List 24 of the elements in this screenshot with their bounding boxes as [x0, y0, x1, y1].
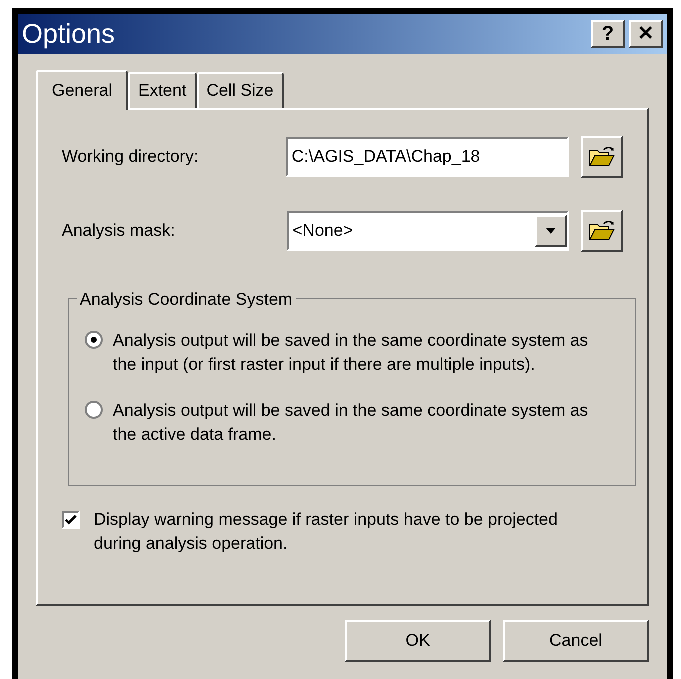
caret-icon	[546, 228, 556, 234]
tab[interactable]: General	[36, 70, 128, 110]
radio-button[interactable]	[85, 401, 103, 419]
field-label: Working directory:	[62, 146, 200, 168]
folder-icon	[589, 146, 616, 168]
dropdown-arrow-button[interactable]	[535, 215, 568, 247]
radio-button[interactable]	[85, 331, 103, 349]
folder-icon	[589, 220, 616, 242]
browse-button[interactable]	[581, 136, 623, 178]
radio-label: Analysis output will be saved in the same coordinate system as the active data frame.	[113, 400, 590, 446]
ok-button[interactable]: OK	[345, 620, 491, 662]
checkbox[interactable]	[62, 511, 80, 529]
checkbox-label: Display warning message if raster inputs have to be projected during analysis operation.	[94, 509, 559, 555]
field-label: Analysis mask:	[62, 220, 176, 242]
dropdown-field[interactable]: <None>	[286, 211, 570, 251]
tab[interactable]: Cell Size	[196, 72, 284, 108]
radio-label: Analysis output will be saved in the same coordinate system as the input (or first raster input if there are multiple inputs).	[113, 330, 590, 376]
help-button[interactable]: ?	[591, 20, 625, 48]
cancel-button[interactable]: Cancel	[503, 620, 649, 662]
text-field[interactable]: C:\AGIS_DATA\Chap_18	[286, 137, 570, 177]
close-button[interactable]: ✕	[629, 20, 663, 48]
window-title: Options	[22, 20, 116, 48]
browse-button[interactable]	[581, 210, 623, 252]
tab[interactable]: Extent	[128, 72, 197, 108]
